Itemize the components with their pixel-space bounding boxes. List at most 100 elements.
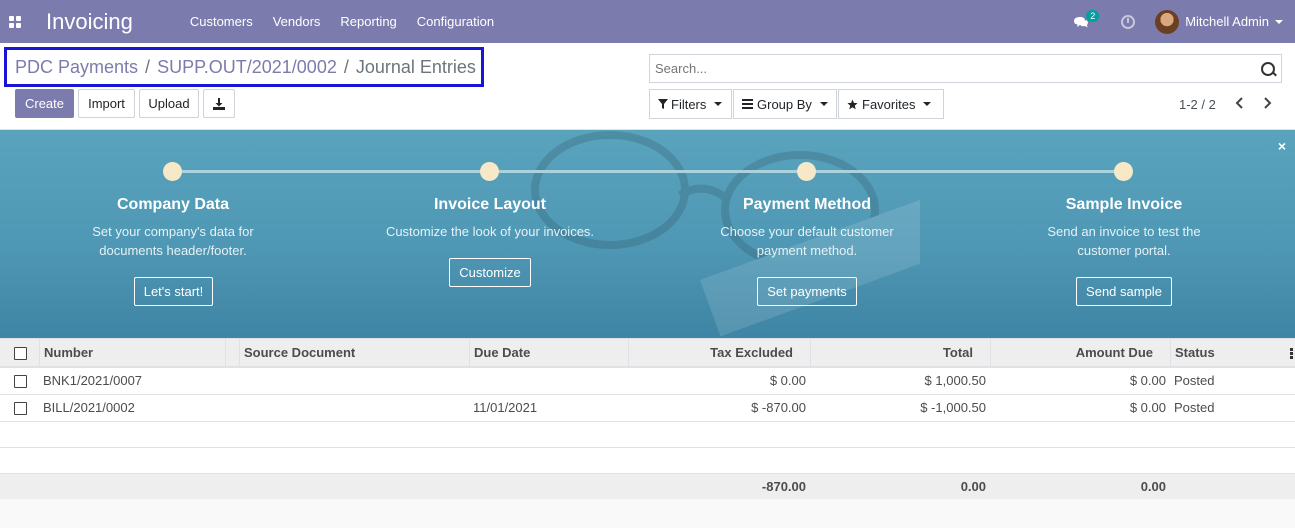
empty-row (0, 448, 1295, 474)
filters-label: Filters (671, 96, 707, 112)
breadcrumb-pdc-payments[interactable]: PDC Payments (15, 57, 138, 78)
activity-clock-icon[interactable] (1121, 14, 1136, 29)
import-button[interactable]: Import (78, 89, 135, 118)
search-input[interactable] (655, 55, 1245, 82)
favorites-label: Favorites (862, 96, 916, 112)
caret-down-icon (819, 102, 828, 106)
menu-vendors[interactable]: Vendors (263, 0, 331, 43)
cell-number: BILL/2021/0002 (43, 400, 135, 415)
avatar[interactable] (1155, 9, 1180, 34)
row-checkbox[interactable] (14, 402, 27, 415)
step-title: Sample Invoice (1065, 196, 1183, 213)
search-bar (649, 54, 1282, 83)
lets-start-button[interactable]: Let's start! (134, 277, 213, 306)
favorites-button[interactable]: Favorites (838, 89, 944, 119)
step-company-data: Company Data Set your company's data for… (53, 196, 293, 260)
user-name[interactable]: Mitchell Admin (1185, 14, 1269, 29)
menu-customers[interactable]: Customers (180, 0, 263, 43)
step-description: documents header/footer. (99, 243, 247, 258)
step-sample-invoice: Sample Invoice Send an invoice to test t… (1004, 196, 1244, 260)
pager-value[interactable]: 1-2 / 2 (1179, 97, 1216, 112)
cell-tax-excluded: $ 0.00 (769, 373, 806, 388)
breadcrumb-separator: / (145, 56, 151, 77)
cell-status: Posted (1174, 373, 1215, 388)
chevron-right-icon[interactable] (1259, 95, 1275, 111)
select-all-checkbox[interactable] (14, 347, 27, 360)
step-description: customer portal. (1077, 243, 1171, 258)
column-total[interactable]: Total (810, 339, 990, 369)
caret-down-icon (714, 102, 723, 106)
column-spacer (225, 339, 239, 369)
step-description: Choose your default customer (720, 224, 894, 239)
step-description: Set your company's data for (92, 224, 254, 239)
breadcrumb: PDC Payments / SUPP.OUT/2021/0002 / Jour… (4, 47, 484, 87)
column-source-document[interactable]: Source Document (239, 339, 469, 369)
table-totals-row: -870.00 0.00 0.00 (0, 474, 1295, 499)
empty-row (0, 422, 1295, 448)
breadcrumb-separator: / (343, 56, 349, 77)
app-name[interactable]: Invoicing (46, 9, 133, 35)
search-icon[interactable] (1261, 62, 1275, 76)
main-menu: Customers Vendors Reporting Configuratio… (180, 0, 504, 43)
caret-down-icon (923, 102, 932, 106)
column-number[interactable]: Number (39, 339, 225, 369)
chat-count-badge: 2 (1086, 9, 1100, 22)
control-panel: PDC Payments / SUPP.OUT/2021/0002 / Jour… (0, 43, 1295, 130)
step-description: payment method. (756, 243, 858, 258)
send-sample-button[interactable]: Send sample (1076, 277, 1172, 306)
column-amount-due[interactable]: Amount Due (990, 339, 1170, 369)
step-payment-method: Payment Method Choose your default custo… (687, 196, 927, 260)
page-title: Journal Entries (355, 56, 476, 77)
cell-amount-due: $ 0.00 (1129, 373, 1166, 388)
create-button[interactable]: Create (15, 89, 74, 118)
star-icon (847, 98, 858, 109)
total-total: 0.00 (960, 479, 986, 494)
group-by-button[interactable]: Group By (733, 89, 837, 119)
column-status[interactable]: Status (1170, 339, 1295, 369)
menu-reporting[interactable]: Reporting (330, 0, 406, 43)
breadcrumb-payment[interactable]: SUPP.OUT/2021/0002 (157, 57, 337, 78)
chevron-left-icon[interactable] (1232, 95, 1248, 111)
upload-button[interactable]: Upload (139, 89, 199, 118)
filters-button[interactable]: Filters (649, 89, 732, 119)
customize-button[interactable]: Customize (449, 258, 531, 287)
chat-icon[interactable]: 2 (1073, 9, 1100, 32)
progress-line (182, 170, 1116, 173)
step-dot (1114, 162, 1133, 181)
table-header: Number Source Document Due Date Tax Excl… (0, 338, 1295, 369)
step-dot (163, 162, 182, 181)
row-checkbox[interactable] (14, 375, 27, 388)
table-row[interactable]: BILL/2021/0002 11/01/2021 $ -870.00 $ -1… (0, 395, 1295, 422)
journal-entries-table: Number Source Document Due Date Tax Excl… (0, 338, 1295, 499)
group-by-icon (742, 99, 753, 109)
column-due-date[interactable]: Due Date (469, 339, 628, 369)
menu-configuration[interactable]: Configuration (407, 0, 504, 43)
top-navbar: Invoicing Customers Vendors Reporting Co… (0, 0, 1295, 43)
total-amount-due: 0.00 (1140, 479, 1166, 494)
group-by-label: Group By (757, 96, 812, 112)
cell-amount-due: $ 0.00 (1129, 400, 1166, 415)
close-icon[interactable]: × (1278, 138, 1286, 154)
navbar-systray: 2 Mitchell Admin (1073, 0, 1295, 43)
apps-menu-icon[interactable] (0, 0, 30, 43)
total-tax-excluded: -870.00 (761, 479, 806, 494)
set-payments-button[interactable]: Set payments (757, 277, 857, 306)
cell-status: Posted (1174, 400, 1215, 415)
step-invoice-layout: Invoice Layout Customize the look of you… (370, 196, 610, 241)
step-description: Send an invoice to test the (1047, 224, 1201, 239)
cell-due-date: 11/01/2021 (473, 400, 538, 415)
onboarding-banner: × Company Data Set your company's data f… (0, 130, 1295, 338)
download-icon (213, 97, 225, 110)
cell-number: BNK1/2021/0007 (43, 373, 143, 388)
step-dot (480, 162, 499, 181)
cell-total: $ 1,000.50 (924, 373, 986, 388)
table-row[interactable]: BNK1/2021/0007 $ 0.00 $ 1,000.50 $ 0.00 … (0, 368, 1295, 395)
cell-tax-excluded: $ -870.00 (751, 400, 806, 415)
optional-columns-icon[interactable] (1290, 348, 1293, 360)
cell-total: $ -1,000.50 (920, 400, 986, 415)
user-menu-caret-icon[interactable] (1275, 19, 1283, 24)
filter-icon (658, 99, 668, 109)
step-dot (797, 162, 816, 181)
column-tax-excluded[interactable]: Tax Excluded (628, 339, 810, 369)
download-button[interactable] (203, 89, 235, 118)
